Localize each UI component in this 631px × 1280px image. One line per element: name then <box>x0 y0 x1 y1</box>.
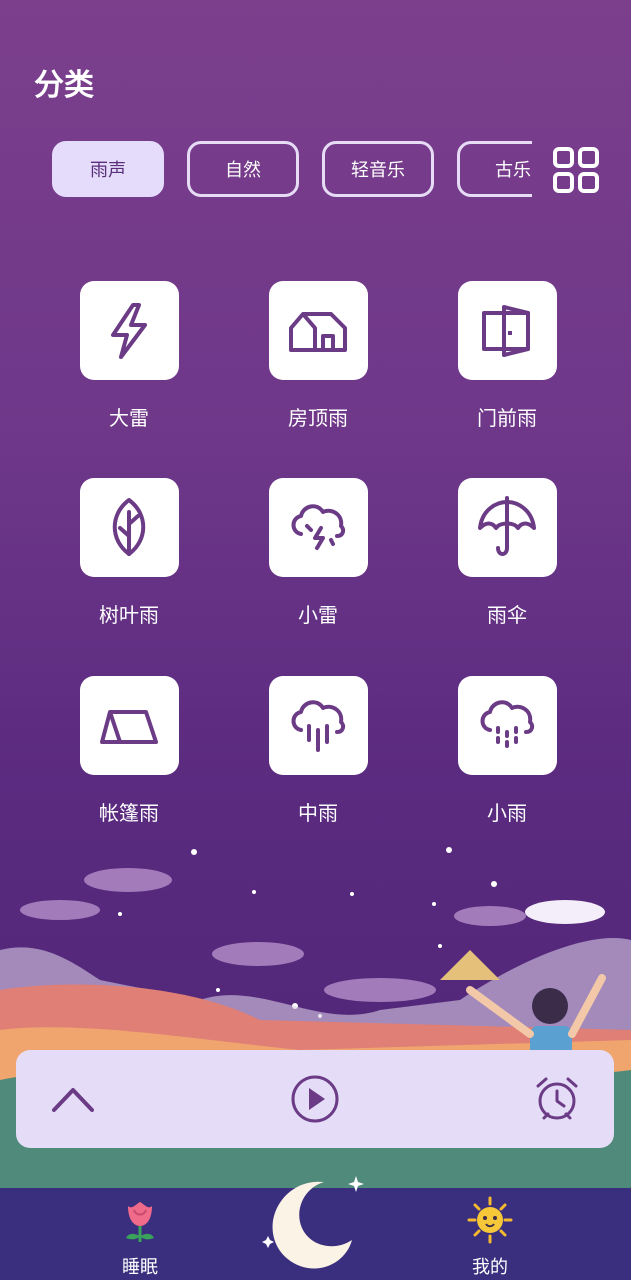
grid-view-icon[interactable] <box>552 146 600 194</box>
leaf-icon <box>79 478 179 577</box>
sound-item[interactable]: 雨伞 <box>437 478 577 628</box>
umbrella-icon <box>457 478 557 577</box>
sound-label: 雨伞 <box>487 603 527 627</box>
tab-ancient-music[interactable]: 古乐 <box>457 141 532 197</box>
moon-icon[interactable] <box>254 1166 374 1276</box>
tab-mine[interactable]: 我的 <box>440 1196 540 1279</box>
door-icon <box>457 281 557 380</box>
sound-item[interactable]: 树叶雨 <box>59 478 199 628</box>
alarm-clock-icon[interactable] <box>532 1074 582 1124</box>
tab-mine-label: 我的 <box>472 1257 508 1278</box>
sun-icon <box>467 1196 513 1244</box>
tab-light-music[interactable]: 轻音乐 <box>322 141 434 197</box>
sound-item[interactable]: 房顶雨 <box>248 281 388 431</box>
sound-label: 大雷 <box>109 406 149 430</box>
sound-item[interactable]: 中雨 <box>248 676 388 826</box>
sound-item[interactable]: 小雷 <box>248 478 388 628</box>
page-title: 分类 <box>34 68 94 103</box>
player-bar <box>16 1050 614 1148</box>
sound-label: 小雷 <box>298 603 338 627</box>
tab-rain[interactable]: 雨声 <box>52 141 164 197</box>
sound-item[interactable]: 小雨 <box>437 676 577 826</box>
sound-item[interactable]: 大雷 <box>59 281 199 431</box>
sound-item[interactable]: 帐篷雨 <box>59 676 199 826</box>
tent-icon <box>79 676 179 775</box>
tab-nature[interactable]: 自然 <box>187 141 299 197</box>
roof-icon <box>268 281 368 380</box>
drizzle-cloud-icon <box>457 676 557 775</box>
sound-label: 中雨 <box>298 801 338 825</box>
sound-label: 小雨 <box>487 801 527 825</box>
tab-sleep-label: 睡眠 <box>122 1257 158 1278</box>
sound-label: 树叶雨 <box>99 603 159 627</box>
chevron-up-icon[interactable] <box>50 1082 96 1116</box>
sound-label: 门前雨 <box>477 406 537 430</box>
bottom-tab-bar: 睡眠 我的 <box>0 1176 631 1280</box>
sound-label: 房顶雨 <box>288 406 348 430</box>
thunder-cloud-icon <box>268 478 368 577</box>
tab-sleep[interactable]: 睡眠 <box>90 1196 190 1279</box>
category-tabs: 雨声 自然 轻音乐 古乐 <box>52 141 532 199</box>
lightning-icon <box>79 281 179 380</box>
rain-cloud-icon <box>268 676 368 775</box>
rose-icon <box>126 1202 154 1242</box>
sound-label: 帐篷雨 <box>99 801 159 825</box>
play-icon[interactable] <box>290 1074 340 1124</box>
sound-item[interactable]: 门前雨 <box>437 281 577 431</box>
